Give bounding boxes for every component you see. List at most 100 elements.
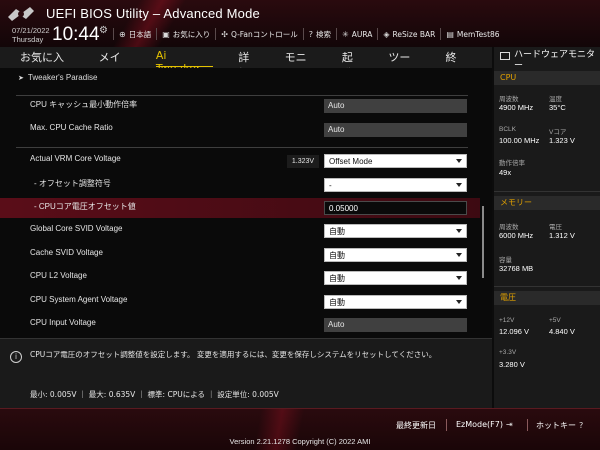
hw-value: 32768 MB — [499, 264, 534, 273]
setting-label: Global Core SVID Voltage — [30, 224, 123, 233]
hw-value: 35°C — [549, 103, 566, 112]
hw-section-voltage: 電圧 — [494, 291, 600, 305]
tab-exit[interactable]: 終了 — [446, 49, 467, 80]
search-button[interactable]: ? 検索 — [302, 28, 336, 40]
info-icon: i — [10, 351, 22, 363]
dropdown-value: - — [329, 181, 332, 190]
settings-panel: ➤ Tweaker's Paradise CPU キャッシュ最小動作倍率 Auto… — [0, 68, 492, 338]
voltage-readout: 1.323V — [287, 155, 319, 168]
date-display: 07/21/2022 Thursday — [12, 26, 50, 44]
setting-row-cpu-cache-min-ratio[interactable]: CPU キャッシュ最小動作倍率 Auto — [0, 96, 480, 116]
chevron-down-icon — [456, 253, 462, 257]
breadcrumb[interactable]: ➤ Tweaker's Paradise — [18, 73, 97, 82]
resize-bar-icon: ◈ — [383, 29, 390, 39]
tab-advanced[interactable]: 詳細 — [238, 49, 259, 80]
dropdown-value: Offset Mode — [329, 157, 373, 166]
hw-value: 4900 MHz — [499, 103, 534, 112]
cpu-l2-dropdown[interactable]: 自動 — [324, 271, 467, 285]
hw-section-cpu: CPU — [494, 71, 600, 85]
gear-icon[interactable]: ⚙ — [99, 25, 108, 36]
hw-label: +3.3V — [499, 349, 517, 356]
hw-value: 100.00 MHz — [499, 136, 540, 145]
hw-title: ハードウェアモニター — [514, 50, 596, 71]
memtest-button[interactable]: ▤ MemTest86 — [440, 28, 504, 40]
setting-row-max-cpu-cache-ratio[interactable]: Max. CPU Cache Ratio Auto — [0, 120, 480, 140]
weekday-text: Thursday — [12, 35, 44, 44]
chevron-down-icon — [456, 276, 462, 280]
hw-label: 温度 — [549, 96, 562, 103]
hw-label: +12V — [499, 317, 515, 324]
help-range: 最小: 0.005V ｜ 最大: 0.635V ｜ 標準: CPUによる ｜ 設… — [30, 390, 279, 399]
offset-sign-dropdown[interactable]: - — [324, 178, 467, 192]
language-button[interactable]: ⊕ 日本語 — [113, 28, 156, 40]
setting-label: CPU キャッシュ最小動作倍率 — [30, 100, 138, 109]
hw-value: 49x — [499, 168, 512, 177]
qfan-button[interactable]: ✣ Q-Fanコントロール — [215, 28, 303, 40]
hw-value: 12.096 V — [499, 327, 530, 336]
setting-row-global-core-svid-voltage[interactable]: Global Core SVID Voltage 自動 — [0, 221, 480, 241]
resize-bar-button[interactable]: ◈ ReSize BAR — [377, 28, 440, 40]
ezmode-label: EzMode(F7) — [456, 420, 503, 429]
setting-label: CPU System Agent Voltage — [30, 295, 128, 304]
chevron-down-icon — [456, 300, 462, 304]
setting-label: Actual VRM Core Voltage — [30, 154, 121, 163]
tab-tool[interactable]: ツール — [388, 49, 420, 80]
dropdown-value: 自動 — [329, 274, 345, 283]
divider — [494, 191, 600, 192]
aura-icon: ✳ — [342, 29, 349, 39]
hw-label: Vコア — [549, 129, 567, 136]
app-title: UEFI BIOS Utility – Advanced Mode — [46, 6, 260, 21]
tab-main[interactable]: メイン — [99, 49, 131, 80]
favorites-button[interactable]: ▣ お気に入り — [156, 28, 215, 40]
scrollbar-thumb[interactable] — [482, 206, 484, 278]
setting-label: CPU L2 Voltage — [30, 271, 87, 280]
voltage-mode-dropdown[interactable]: Offset Mode — [324, 154, 467, 168]
system-agent-dropdown[interactable]: 自動 — [324, 295, 467, 309]
tab-boot[interactable]: 起動 — [342, 49, 363, 80]
hw-label: 周波数 — [499, 224, 519, 231]
setting-label: CPU Input Voltage — [30, 318, 96, 327]
breadcrumb-label: Tweaker's Paradise — [27, 73, 98, 82]
last-modified-button[interactable]: 最終更新日 — [396, 420, 436, 431]
hardware-monitor: ハードウェアモニター CPU 周波数 温度 4900 MHz 35°C BCLK… — [494, 47, 600, 408]
setting-row-actual-vrm-core-voltage[interactable]: Actual VRM Core Voltage 1.323V Offset Mo… — [0, 151, 480, 171]
rog-logo-icon — [8, 7, 34, 21]
hotkeys-button[interactable]: ホットキー ? — [536, 420, 583, 431]
cache-svid-dropdown[interactable]: 自動 — [324, 248, 467, 262]
monitor-icon — [500, 52, 510, 60]
tab-monitor[interactable]: モニタ — [285, 49, 317, 80]
hw-label: 周波数 — [499, 96, 519, 103]
date-text: 07/21/2022 — [12, 26, 50, 35]
divider — [16, 147, 468, 148]
aura-button[interactable]: ✳ AURA — [336, 28, 377, 40]
hw-value: 3.280 V — [499, 360, 525, 369]
tab-favorites[interactable]: お気に入り — [20, 49, 74, 80]
dropdown-value: 自動 — [329, 251, 345, 260]
setting-row-cpu-l2-voltage[interactable]: CPU L2 Voltage 自動 — [0, 268, 480, 288]
setting-row-cpu-core-voltage-offset[interactable]: - CPUコア電圧オフセット値 0.05000 — [0, 198, 480, 218]
setting-label: - CPUコア電圧オフセット値 — [34, 202, 136, 211]
setting-value-readonly: Auto — [324, 123, 467, 137]
hw-label: BCLK — [499, 126, 516, 133]
header-bar: UEFI BIOS Utility – Advanced Mode 07/21/… — [0, 0, 600, 47]
tab-ai-tweaker[interactable]: Ai Tweaker — [155, 49, 214, 75]
chevron-right-icon: ➤ — [18, 75, 24, 82]
setting-row-cpu-system-agent-voltage[interactable]: CPU System Agent Voltage 自動 — [0, 292, 480, 312]
global-core-svid-dropdown[interactable]: 自動 — [324, 224, 467, 238]
memtest-icon: ▤ — [446, 29, 454, 39]
hw-label: 電圧 — [549, 224, 562, 231]
footer-bar: 最終更新日 EzMode(F7) ⇥ ホットキー ? Version 2.21.… — [0, 408, 600, 450]
language-label: 日本語 — [128, 29, 152, 39]
exit-arrow-icon: ⇥ — [505, 420, 513, 429]
offset-value-input[interactable]: 0.05000 — [324, 201, 467, 215]
fan-icon: ✣ — [221, 29, 228, 39]
setting-row-offset-sign[interactable]: - オフセット調整符号 - — [0, 175, 480, 195]
hw-value: 4.840 V — [549, 327, 575, 336]
setting-label: - オフセット調整符号 — [34, 179, 111, 188]
aura-label: AURA — [351, 29, 373, 39]
resize-bar-label: ReSize BAR — [392, 29, 436, 39]
setting-row-cpu-input-voltage[interactable]: CPU Input Voltage Auto — [0, 315, 480, 335]
divider — [446, 419, 447, 431]
setting-row-cache-svid-voltage[interactable]: Cache SVID Voltage 自動 — [0, 245, 480, 265]
ezmode-button[interactable]: EzMode(F7) ⇥ — [456, 420, 513, 429]
